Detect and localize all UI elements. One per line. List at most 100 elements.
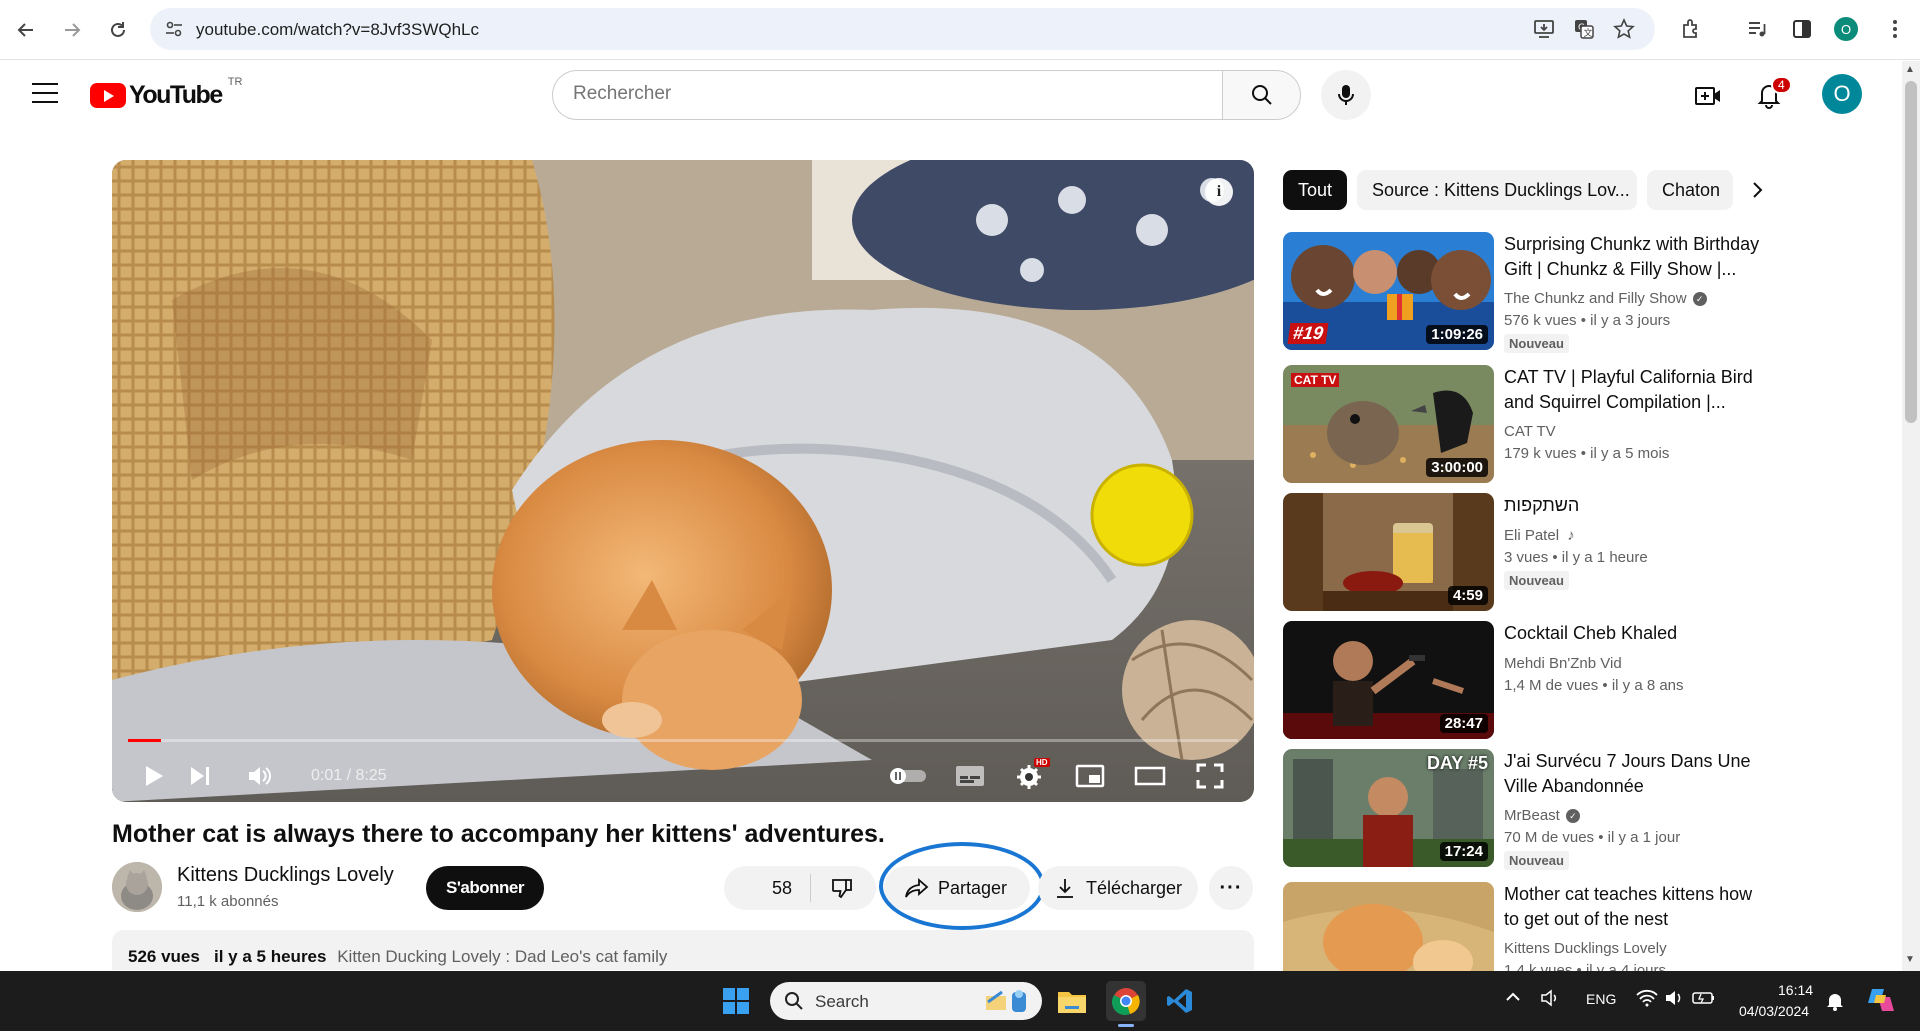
menu-icon[interactable] [32,83,58,103]
clock-time[interactable]: 16:14 [1778,982,1813,998]
volume-button[interactable] [242,758,278,794]
channel-avatar[interactable] [112,862,162,912]
extensions-icon[interactable] [1676,14,1706,44]
scrollbar-thumb[interactable] [1905,81,1917,423]
notification-bell-icon[interactable] [1826,991,1844,1014]
chip-all[interactable]: Tout [1283,170,1347,210]
battery-icon[interactable] [1692,989,1716,1010]
next-button[interactable] [182,758,218,794]
media-controls-icon[interactable] [1742,14,1772,44]
thumbnail[interactable]: CAT TV 3:00:00 [1283,365,1494,483]
age: il y a 1 heure [1561,549,1648,566]
more-actions-button[interactable]: ··· [1209,866,1253,910]
playlist-link[interactable]: Kitten Ducking Lovely : Dad Leo's cat fa… [337,947,667,966]
duration-badge: 1:09:26 [1426,325,1488,344]
download-button[interactable]: Télécharger [1038,866,1198,910]
description-box[interactable]: 526 vues il y a 5 heures Kitten Ducking … [112,930,1254,970]
new-badge: Nouveau [1504,334,1569,353]
address-bar[interactable]: youtube.com/watch?v=8Jvf3SWQhLc G文 [150,8,1655,50]
youtube-logo[interactable]: YouTube TR [90,76,242,110]
thumbnail[interactable]: DAY #5 17:24 [1283,749,1494,867]
like-count[interactable]: 58 [772,878,792,899]
tray-chevron-icon[interactable] [1505,989,1521,1005]
recommendation-item[interactable]: 4:59 השתקפות Eli Patel ♪ 3 vues • il y a… [1283,493,1763,613]
play-button[interactable] [136,758,172,794]
thumbnail[interactable] [1283,882,1494,971]
thumbnail[interactable]: #19 1:09:26 [1283,232,1494,350]
account-avatar[interactable]: O [1822,74,1862,114]
scroll-up-icon[interactable]: ▲ [1905,64,1915,75]
install-app-icon[interactable] [1532,17,1556,41]
chrome-menu-icon[interactable] [1880,14,1910,44]
create-button[interactable] [1692,80,1724,112]
recommendation-title[interactable]: CAT TV | Playful California Bird and Squ… [1504,365,1764,415]
youtube-header: YouTube TR 4 O [0,61,1902,129]
theater-mode-button[interactable] [1132,758,1168,794]
miniplayer-button[interactable] [1072,758,1108,794]
recommendation-channel[interactable]: The Chunkz and Filly Show ✓ [1504,290,1707,307]
subtitles-icon [956,766,984,786]
recommendation-title[interactable]: השתקפות [1504,493,1764,518]
wifi-icon[interactable] [1636,989,1658,1010]
region-code: TR [227,75,243,88]
recommendation-channel[interactable]: MrBeast ✓ [1504,807,1580,824]
language-indicator[interactable]: ENG [1586,991,1616,1007]
recommendation-channel[interactable]: CAT TV [1504,423,1556,440]
info-icon[interactable]: i [1205,178,1233,206]
search-input[interactable] [573,83,1193,105]
recommendation-channel[interactable]: Mehdi Bn'Znb Vid [1504,655,1622,672]
recommendation-item[interactable]: Mother cat teaches kittens how to get ou… [1283,882,1763,971]
copilot-icon[interactable] [1866,985,1896,1018]
chip-source[interactable]: Source : Kittens Ducklings Lov... [1357,170,1637,210]
reload-icon[interactable] [102,14,134,46]
clock-date[interactable]: 04/03/2024 [1739,1003,1809,1019]
recommendation-channel[interactable]: Eli Patel ♪ [1504,527,1575,544]
recommendation-title[interactable]: Surprising Chunkz with Birthday Gift | C… [1504,232,1764,282]
play-icon [146,766,163,786]
new-badge: Nouveau [1504,851,1569,870]
subtitles-button[interactable] [952,758,988,794]
recommendation-channel[interactable]: Kittens Ducklings Lovely [1504,940,1667,957]
recommendation-item[interactable]: CAT TV 3:00:00 CAT TV | Playful Californ… [1283,365,1763,485]
windows-start-icon[interactable] [716,981,756,1021]
bookmark-star-icon[interactable] [1612,17,1636,41]
scroll-down-icon[interactable]: ▼ [1905,954,1915,965]
dislike-icon[interactable] [830,876,854,900]
back-icon[interactable] [10,14,42,46]
thumbnail[interactable]: 4:59 [1283,493,1494,611]
search-button[interactable] [1222,70,1301,120]
side-panel-icon[interactable] [1787,14,1817,44]
taskbar-search[interactable]: Search [770,982,1042,1020]
recommendation-title[interactable]: Mother cat teaches kittens how to get ou… [1504,882,1763,932]
page-scrollbar[interactable] [1902,61,1920,971]
chip-kitten[interactable]: Chaton [1647,170,1733,210]
forward-icon[interactable] [56,14,88,46]
filter-chips: Tout Source : Kittens Ducklings Lov... C… [1283,170,1763,210]
share-button[interactable]: Partager [884,866,1030,910]
voice-search-button[interactable] [1321,70,1371,120]
search-icon [1251,85,1272,105]
video-player[interactable] [112,160,1254,802]
settings-button[interactable]: HD [1012,758,1050,794]
subscribe-button[interactable]: S'abonner [426,866,544,910]
vscode-icon[interactable] [1160,981,1200,1021]
site-info-icon[interactable] [164,19,184,39]
recommendation-item[interactable]: 28:47 Cocktail Cheb Khaled Mehdi Bn'Znb … [1283,621,1763,741]
channel-name[interactable]: Kittens Ducklings Lovely [177,864,394,887]
video-progress-bar[interactable] [128,739,1238,742]
recommendation-item[interactable]: #19 1:09:26 Surprising Chunkz with Birth… [1283,232,1764,353]
recommendation-title[interactable]: Cocktail Cheb Khaled [1504,621,1764,646]
fullscreen-button[interactable] [1192,758,1228,794]
thumbnail[interactable]: 28:47 [1283,621,1494,739]
volume-tray-icon[interactable] [1540,989,1560,1010]
recommendation-title[interactable]: J'ai Survécu 7 Jours Dans Une Ville Aban… [1504,749,1764,799]
autoplay-toggle[interactable] [886,758,930,794]
channel-label: MrBeast [1504,807,1560,824]
chrome-taskbar-icon[interactable] [1106,981,1146,1027]
recommendation-item[interactable]: DAY #5 17:24 J'ai Survécu 7 Jours Dans U… [1283,749,1764,870]
translate-icon[interactable]: G文 [1572,17,1596,41]
chrome-profile-avatar[interactable]: O [1834,17,1858,41]
file-explorer-icon[interactable] [1052,981,1092,1021]
chevron-right-icon[interactable] [1742,174,1774,206]
speaker-icon[interactable] [1664,989,1684,1010]
